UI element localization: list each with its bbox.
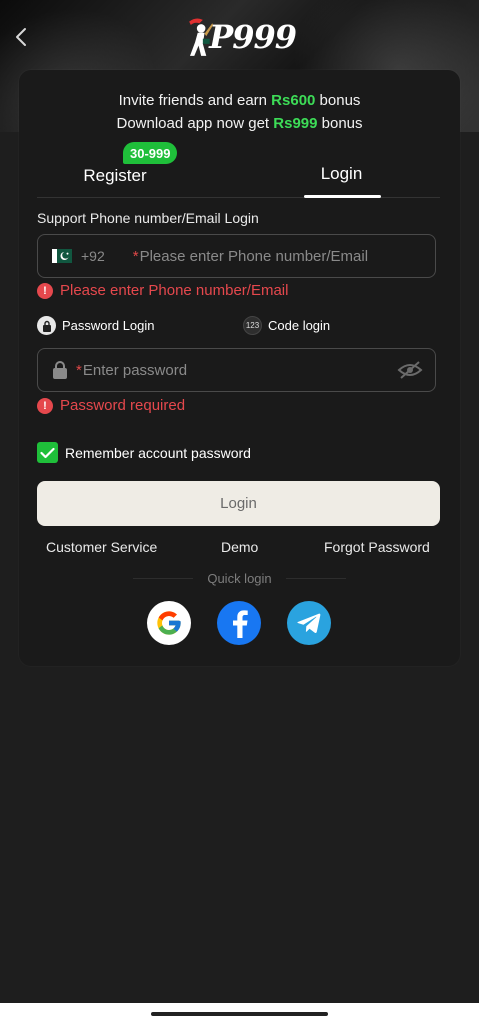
pakistan-flag-icon[interactable] xyxy=(52,249,72,263)
code-login-option[interactable]: 123 Code login xyxy=(243,316,330,335)
facebook-icon xyxy=(233,610,248,638)
home-indicator[interactable] xyxy=(151,1012,328,1016)
back-button[interactable] xyxy=(10,24,32,50)
tab-register-label: Register xyxy=(83,166,147,185)
login-method-label: Support Phone number/Email Login xyxy=(37,210,259,226)
promo-line-download: Download app now get Rs999 bonus xyxy=(19,112,460,135)
country-code[interactable]: +92 xyxy=(81,248,105,264)
auth-tabs: Register 30-999 Login xyxy=(37,142,440,198)
logo-text: P999 xyxy=(209,18,297,56)
promo-line-invite: Invite friends and earn Rs600 bonus xyxy=(19,89,460,112)
telegram-login-button[interactable] xyxy=(287,601,331,645)
promo-text: bonus xyxy=(317,115,363,132)
brand-logo: P999 xyxy=(184,12,297,62)
phone-email-input[interactable]: +92 * Please enter Phone number/Email xyxy=(37,234,436,278)
phone-placeholder[interactable]: * Please enter Phone number/Email xyxy=(133,248,368,265)
system-nav-bar xyxy=(0,1003,479,1024)
promo-amount: Rs600 xyxy=(271,92,316,109)
google-icon xyxy=(157,611,181,635)
quick-login-divider: Quick login xyxy=(19,571,460,586)
tab-login-label: Login xyxy=(320,164,363,183)
error-icon: ! xyxy=(37,282,53,299)
forgot-password-link[interactable]: Forgot Password xyxy=(324,539,430,555)
phone-placeholder-text: Please enter Phone number/Email xyxy=(139,247,369,265)
password-placeholder-text: Enter password xyxy=(82,361,188,379)
numeric-code-icon: 123 xyxy=(243,316,262,335)
remember-password-toggle[interactable]: Remember account password xyxy=(37,442,251,463)
password-login-label: Password Login xyxy=(62,318,155,333)
quick-login-label: Quick login xyxy=(207,571,272,586)
password-login-option[interactable]: Password Login xyxy=(37,316,155,335)
facebook-login-button[interactable] xyxy=(217,601,261,645)
lock-icon xyxy=(37,316,56,335)
phone-error-text: Please enter Phone number/Email xyxy=(60,282,289,299)
customer-service-link[interactable]: Customer Service xyxy=(46,539,157,555)
lock-icon xyxy=(52,361,68,379)
password-placeholder[interactable]: * Enter password xyxy=(76,362,397,379)
promo-banner: Invite friends and earn Rs600 bonus Down… xyxy=(19,89,460,135)
password-error-text: Password required xyxy=(60,397,186,414)
login-button[interactable]: Login xyxy=(37,481,440,526)
register-bonus-badge: 30-999 xyxy=(123,142,178,164)
error-icon: ! xyxy=(37,397,53,414)
eye-off-icon[interactable] xyxy=(397,360,423,380)
google-login-button[interactable] xyxy=(147,601,191,645)
password-input[interactable]: * Enter password xyxy=(37,348,436,392)
checkbox-checked-icon[interactable] xyxy=(37,442,58,463)
divider-line xyxy=(133,578,194,579)
divider-line xyxy=(285,578,346,579)
telegram-icon xyxy=(297,613,321,633)
phone-error: ! Please enter Phone number/Email xyxy=(37,282,288,299)
active-tab-indicator xyxy=(304,195,381,198)
promo-text: bonus xyxy=(315,92,361,109)
code-login-label: Code login xyxy=(268,318,331,333)
demo-link[interactable]: Demo xyxy=(221,539,258,555)
tab-login[interactable]: Login xyxy=(303,150,380,198)
required-mark: * xyxy=(132,247,139,265)
login-card: Invite friends and earn Rs600 bonus Down… xyxy=(19,70,460,666)
promo-amount: Rs999 xyxy=(273,115,318,132)
required-mark: * xyxy=(76,361,82,379)
promo-text: Download app now get xyxy=(116,115,274,132)
promo-text: Invite friends and earn xyxy=(118,92,272,109)
remember-password-label: Remember account password xyxy=(65,444,251,461)
chevron-left-icon xyxy=(16,28,26,46)
password-error: ! Password required xyxy=(37,397,185,414)
